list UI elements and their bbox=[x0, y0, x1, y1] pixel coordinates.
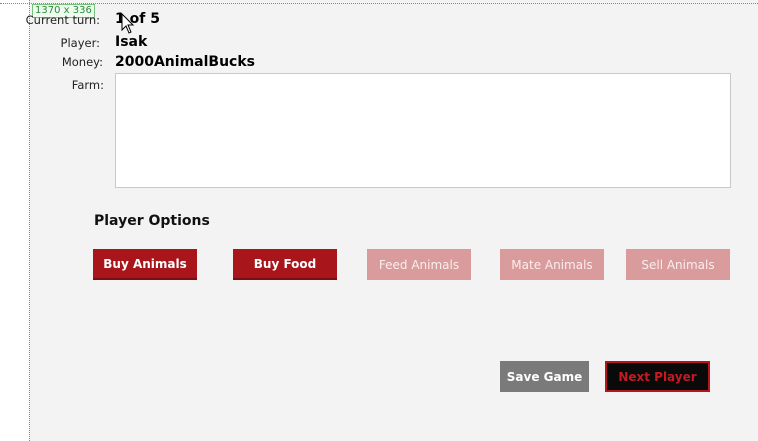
farm-textbox[interactable] bbox=[115, 73, 731, 188]
current-turn-label: Current turn: bbox=[25, 13, 100, 27]
design-guide-line bbox=[0, 3, 758, 4]
mouse-cursor-icon bbox=[121, 13, 135, 34]
sell-animals-button[interactable]: Sell Animals bbox=[626, 249, 730, 280]
mate-animals-button[interactable]: Mate Animals bbox=[500, 249, 604, 280]
buy-food-button[interactable]: Buy Food bbox=[233, 249, 337, 280]
save-game-button[interactable]: Save Game bbox=[500, 361, 589, 392]
money-value: 2000AnimalBucks bbox=[115, 54, 255, 70]
player-label: Player: bbox=[60, 36, 100, 50]
player-value: Isak bbox=[115, 34, 148, 50]
player-options-title: Player Options bbox=[94, 213, 210, 229]
feed-animals-button[interactable]: Feed Animals bbox=[367, 249, 471, 280]
farm-label: Farm: bbox=[71, 78, 104, 92]
buy-animals-button[interactable]: Buy Animals bbox=[93, 249, 197, 280]
next-player-button[interactable]: Next Player bbox=[605, 361, 710, 392]
money-label: Money: bbox=[61, 55, 103, 69]
